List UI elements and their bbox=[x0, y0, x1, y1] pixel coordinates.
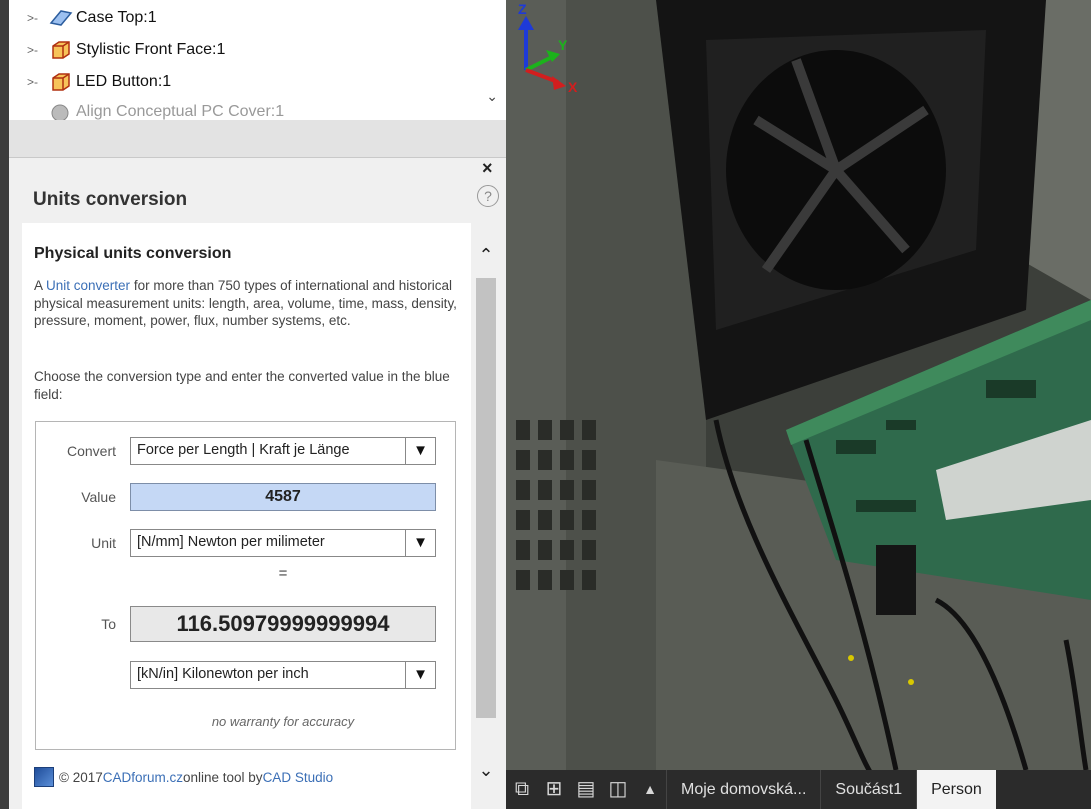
document-tab-active[interactable]: Person bbox=[916, 770, 996, 809]
panel-divider[interactable] bbox=[9, 120, 506, 158]
from-unit-select[interactable]: [N/mm] Newton per milimeter ▼ bbox=[130, 529, 436, 557]
tile-windows-icon[interactable]: ⊞ bbox=[538, 770, 570, 809]
tree-item-stylistic-front-face[interactable]: >- Stylistic Front Face:1 bbox=[27, 38, 225, 62]
scroll-thumb[interactable] bbox=[476, 278, 496, 718]
cad-studio-link[interactable]: CAD Studio bbox=[263, 770, 334, 785]
left-panel: >- Case Top:1 >- Stylistic Front Face:1 … bbox=[0, 0, 506, 809]
unit-label: Unit bbox=[91, 535, 116, 551]
to-label: To bbox=[101, 616, 116, 632]
vertical-scrollbar[interactable]: ⌃ ⌄ bbox=[474, 240, 498, 785]
chevron-down-icon[interactable]: ⌄ bbox=[486, 88, 498, 105]
expand-icon[interactable]: >- bbox=[27, 11, 49, 25]
palette-title: Units conversion bbox=[33, 189, 188, 210]
conversion-form: Convert Force per Length | Kraft je Läng… bbox=[35, 421, 456, 750]
part-cube-icon bbox=[52, 73, 70, 91]
status-bar: ⧉ ⊞ ▤ ◫ ▲ Moje domovská... Součást1 Pers… bbox=[506, 770, 1091, 809]
footer-middle-text: online tool by bbox=[183, 769, 263, 785]
coordinate-axes-icon[interactable]: Z Y X bbox=[506, 0, 596, 100]
tree-item-label: Case Top:1 bbox=[76, 9, 157, 26]
document-tab-part1[interactable]: Součást1 bbox=[820, 770, 916, 809]
equals-sign: = bbox=[278, 565, 288, 582]
description-text: A Unit converter for more than 750 types… bbox=[34, 277, 459, 330]
x-axis-label: X bbox=[568, 79, 578, 95]
chevron-down-icon[interactable]: ▼ bbox=[405, 662, 435, 688]
close-icon[interactable]: × bbox=[482, 158, 493, 179]
model-render bbox=[506, 0, 1091, 770]
expand-icon[interactable]: >- bbox=[27, 75, 49, 89]
convert-label: Convert bbox=[66, 443, 116, 459]
cad-studio-logo-icon bbox=[34, 767, 54, 787]
browser-tree[interactable]: >- Case Top:1 >- Stylistic Front Face:1 … bbox=[9, 0, 506, 120]
value-label: Value bbox=[81, 489, 116, 505]
unit-converter-link[interactable]: Unit converter bbox=[46, 278, 130, 293]
vertical-split-icon[interactable]: ◫ bbox=[602, 770, 634, 809]
instruction-text: Choose the conversion type and enter the… bbox=[34, 369, 450, 402]
copyright-text: © 2017 bbox=[59, 769, 103, 785]
horizontal-split-icon[interactable]: ▤ bbox=[570, 770, 602, 809]
part-cube-icon bbox=[52, 41, 70, 59]
content-heading: Physical units conversion bbox=[34, 245, 232, 262]
to-unit-value: [kN/in] Kilonewton per inch bbox=[137, 666, 309, 682]
scroll-down-icon[interactable]: ⌄ bbox=[474, 755, 498, 785]
value-input[interactable]: 4587 bbox=[130, 483, 436, 511]
sketch-plane-icon bbox=[49, 10, 73, 26]
document-tab-home[interactable]: Moje domovská... bbox=[666, 770, 820, 809]
tree-item-label: Align Conceptual PC Cover:1 bbox=[76, 103, 285, 120]
panel-edge bbox=[0, 0, 9, 809]
tree-item-case-top[interactable]: >- Case Top:1 bbox=[27, 6, 157, 30]
z-axis-label: Z bbox=[518, 1, 527, 17]
result-output: 116.50979999999994 bbox=[130, 606, 436, 642]
y-axis-label: Y bbox=[558, 37, 568, 53]
description-prefix: A bbox=[34, 278, 47, 293]
tree-item-label: LED Button:1 bbox=[76, 73, 172, 90]
converter-content: Physical units conversion A Unit convert… bbox=[22, 223, 471, 809]
cascade-windows-icon[interactable]: ⧉ bbox=[506, 770, 538, 809]
help-icon[interactable]: ? bbox=[477, 185, 499, 207]
expand-icon[interactable]: >- bbox=[27, 43, 49, 57]
chevron-up-icon[interactable]: ▲ bbox=[634, 770, 666, 809]
chevron-down-icon[interactable]: ▼ bbox=[405, 438, 435, 464]
tree-item-label: Stylistic Front Face:1 bbox=[76, 41, 226, 58]
from-unit-value: [N/mm] Newton per milimeter bbox=[137, 534, 325, 550]
conversion-type-select[interactable]: Force per Length | Kraft je Länge ▼ bbox=[130, 437, 436, 465]
footer: © 2017 CADforum.cz online tool by CAD St… bbox=[34, 766, 464, 788]
3d-viewport[interactable]: Z Y X bbox=[506, 0, 1091, 770]
scroll-up-icon[interactable]: ⌃ bbox=[474, 240, 498, 270]
tree-item-align-constraint[interactable]: Align Conceptual PC Cover:1 bbox=[27, 100, 284, 120]
cadforum-link[interactable]: CADforum.cz bbox=[103, 770, 183, 785]
to-unit-select[interactable]: [kN/in] Kilonewton per inch ▼ bbox=[130, 661, 436, 689]
conversion-type-value: Force per Length | Kraft je Länge bbox=[137, 442, 350, 458]
constraint-icon bbox=[51, 104, 69, 120]
chevron-down-icon[interactable]: ▼ bbox=[405, 530, 435, 556]
warranty-note: no warranty for accuracy bbox=[211, 714, 355, 729]
tree-item-led-button[interactable]: >- LED Button:1 bbox=[27, 70, 171, 94]
